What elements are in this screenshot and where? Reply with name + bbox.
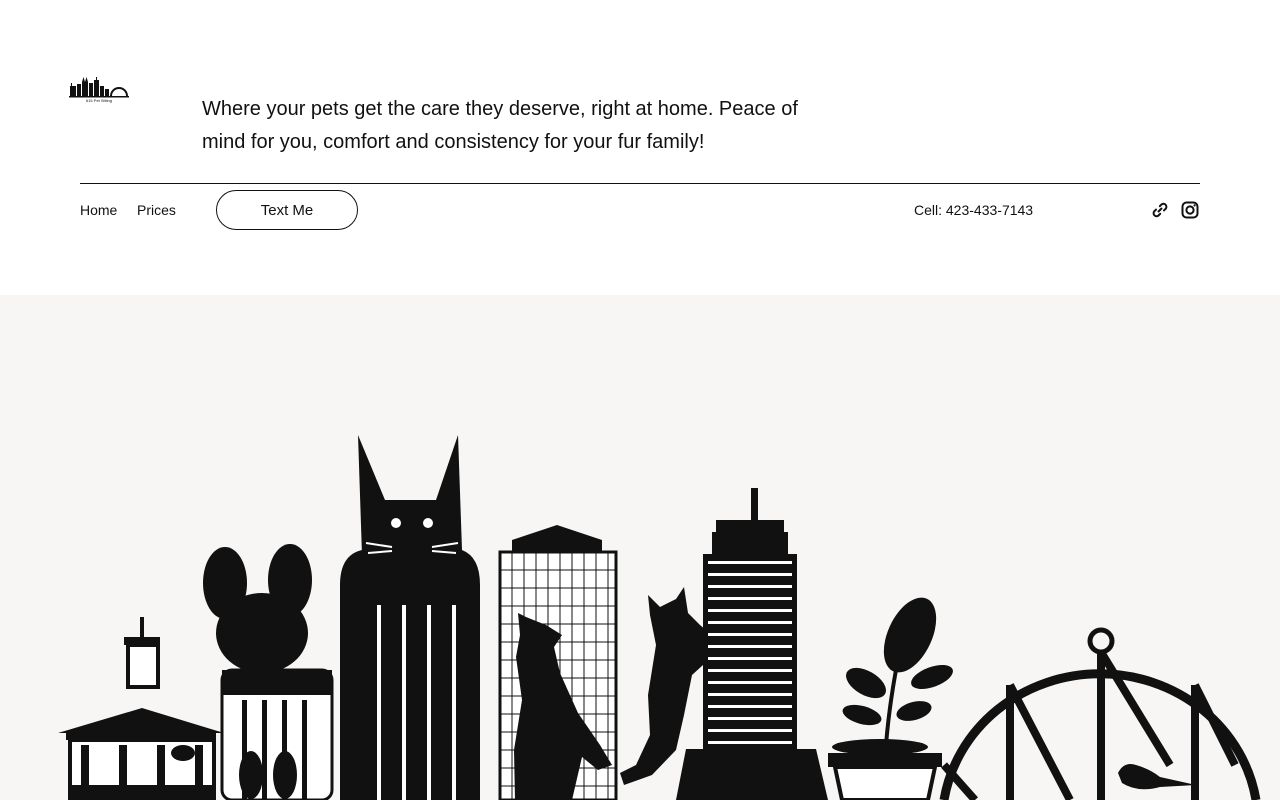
cat-tower-building [340, 435, 480, 800]
site-header: 615 Pet Sitting Where your pets get the … [0, 0, 1280, 295]
instagram-icon[interactable] [1180, 200, 1200, 220]
cell-phone[interactable]: Cell: 423-433-7143 [914, 200, 1033, 220]
svg-text:615 Pet Sitting: 615 Pet Sitting [86, 98, 112, 103]
text-me-button[interactable]: Text Me [216, 190, 358, 230]
birdcage [939, 627, 1261, 800]
french-bulldog-silhouette [203, 544, 334, 800]
tagline: Where your pets get the care they deserv… [202, 98, 798, 153]
link-icon[interactable] [1150, 200, 1170, 220]
site-logo[interactable]: 615 Pet Sitting [68, 74, 130, 104]
header-divider [80, 183, 1200, 184]
text-me-label: Text Me [260, 201, 314, 219]
pet-skyline-illustration [58, 435, 1261, 800]
grid-tower-building [498, 525, 618, 800]
potted-plant [828, 597, 953, 800]
courthouse-building [58, 617, 224, 800]
nav-prices[interactable]: Prices [137, 200, 176, 220]
hero-section [0, 295, 1280, 800]
nav-home[interactable]: Home [80, 200, 117, 220]
